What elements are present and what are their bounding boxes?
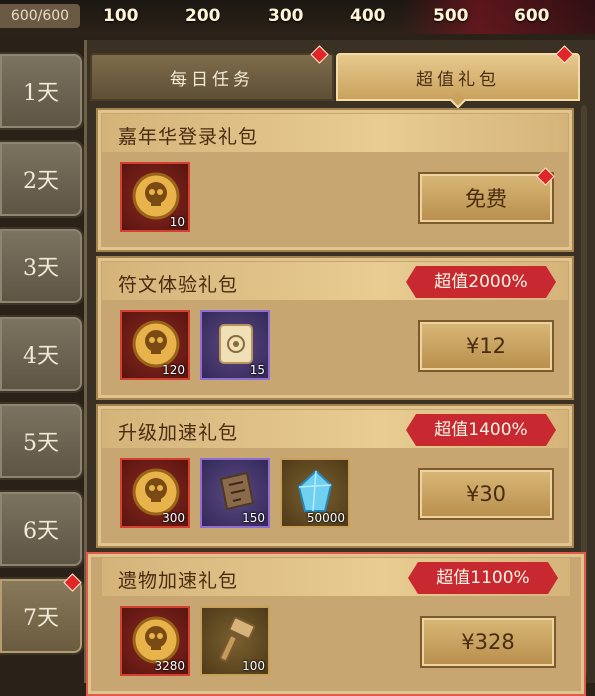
tab-value-packs-label: 超值礼包 <box>416 69 500 90</box>
buy-button[interactable]: ¥12 <box>418 320 554 372</box>
hammer-icon <box>219 616 256 662</box>
skull-coin-icon <box>132 468 180 516</box>
package-header: 嘉年华登录礼包 <box>102 114 568 152</box>
buy-button[interactable]: ¥328 <box>420 616 556 668</box>
item-quantity: 10 <box>169 215 185 229</box>
item-quantity: 15 <box>249 363 265 377</box>
milestone-300[interactable]: 300 <box>268 6 304 26</box>
day-tab-4[interactable]: 4天 <box>0 315 84 393</box>
item-quantity: 120 <box>162 363 185 377</box>
item-quantity: 300 <box>162 511 185 525</box>
tab-value-packs[interactable]: 超值礼包 <box>336 53 580 109</box>
item-quantity: 50000 <box>306 511 345 525</box>
package-card-login: 嘉年华登录礼包 10 免费 <box>96 108 574 252</box>
item-skull-coin[interactable]: 3280 <box>120 606 190 676</box>
milestone-600[interactable]: 600 <box>514 6 550 26</box>
milestone-100[interactable]: 100 <box>103 6 139 26</box>
item-quantity: 100 <box>242 659 265 673</box>
skull-coin-icon <box>132 616 180 664</box>
day-tab-2[interactable]: 2天 <box>0 140 84 218</box>
day-tab-5[interactable]: 5天 <box>0 402 84 480</box>
package-card-relic: 遗物加速礼包 超值1100% 3280 100 ¥328 <box>86 552 586 696</box>
item-blue-crystal[interactable]: 50000 <box>280 458 350 528</box>
skull-coin-icon <box>132 172 180 220</box>
value-badge: 超值1100% <box>408 562 558 594</box>
item-skull-coin[interactable]: 10 <box>120 162 190 232</box>
value-badge: 超值2000% <box>406 266 556 298</box>
package-header: 遗物加速礼包 超值1100% <box>102 558 570 596</box>
item-quantity: 3280 <box>154 659 185 673</box>
progress-label: 600/600 <box>0 4 80 28</box>
milestone-500[interactable]: 500 <box>433 6 469 26</box>
item-hammer[interactable]: 100 <box>200 606 270 676</box>
value-badge: 超值1400% <box>406 414 556 446</box>
item-skull-coin[interactable]: 120 <box>120 310 190 380</box>
milestone-400[interactable]: 400 <box>350 6 386 26</box>
package-title: 嘉年华登录礼包 <box>118 126 259 148</box>
day-tab-1[interactable]: 1天 <box>0 52 84 130</box>
package-card-upgrade: 升级加速礼包 超值1400% 300 150 50000 ¥30 <box>96 404 574 548</box>
day-tab-3[interactable]: 3天 <box>0 227 84 305</box>
item-blueprint-scroll[interactable]: 150 <box>200 458 270 528</box>
rune-scroll-icon <box>219 324 253 364</box>
package-title: 符文体验礼包 <box>118 274 239 296</box>
package-title: 升级加速礼包 <box>118 422 239 444</box>
package-header: 符文体验礼包 超值2000% <box>102 262 568 300</box>
background-art <box>400 0 595 34</box>
day-tab-6[interactable]: 6天 <box>0 490 84 568</box>
milestone-200[interactable]: 200 <box>185 6 221 26</box>
skull-coin-icon <box>132 320 180 368</box>
package-card-rune: 符文体验礼包 超值2000% 120 15 ¥12 <box>96 256 574 400</box>
claim-free-button[interactable]: 免费 <box>418 172 554 224</box>
item-skull-coin[interactable]: 300 <box>120 458 190 528</box>
package-title: 遗物加速礼包 <box>118 570 239 592</box>
progress-bar: 600/600 100 200 300 400 500 600 <box>0 0 595 34</box>
blue-crystal-icon <box>297 469 333 512</box>
item-rune-scroll[interactable]: 15 <box>200 310 270 380</box>
buy-button[interactable]: ¥30 <box>418 468 554 520</box>
blueprint-scroll-icon <box>219 471 255 511</box>
package-header: 升级加速礼包 超值1400% <box>102 410 568 448</box>
tab-daily-tasks[interactable]: 每日任务 <box>90 53 334 101</box>
item-quantity: 150 <box>242 511 265 525</box>
